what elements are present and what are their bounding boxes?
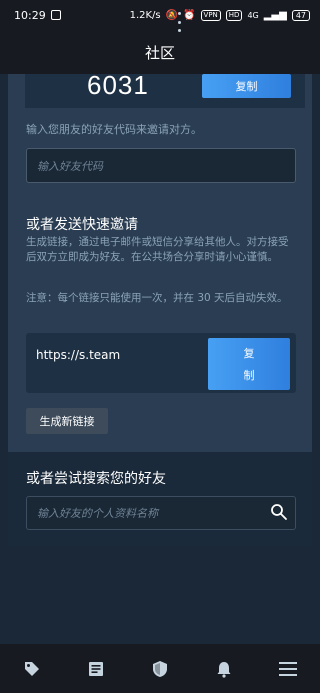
search-icon[interactable]	[270, 503, 288, 521]
hd-badge: HD	[225, 9, 243, 21]
network-type: 4G	[247, 10, 259, 20]
battery-indicator: 47	[291, 9, 310, 21]
bottom-nav	[0, 644, 320, 693]
copy-code-button[interactable]: 复制	[202, 74, 291, 98]
vpn-badge: VPN	[200, 9, 221, 21]
copy-link-label-1: 复	[243, 347, 255, 360]
search-input[interactable]: 输入好友的个人资料名称	[26, 496, 296, 530]
quick-invite-description: 生成链接，通过电子邮件或短信分享给其他人。对方接受后双方立即成为好友。在公共场合…	[26, 236, 289, 263]
status-bar: 10:29 1.2K/s 🔕 ⏰ VPN HD 4G ▂▄▆ 47	[0, 0, 320, 30]
app-header: 社区	[0, 30, 320, 74]
page-title: 社区	[144, 43, 175, 62]
bell-icon[interactable]	[204, 649, 244, 689]
generate-link-button[interactable]: 生成新链接	[26, 408, 108, 434]
alarm-icon: ⏰	[183, 9, 196, 21]
search-title: 或者尝试搜索您的好友	[26, 471, 166, 487]
shield-icon[interactable]	[140, 649, 180, 689]
signal-icon: ▂▄▆	[263, 9, 287, 21]
friend-code-input[interactable]: 输入好友代码	[26, 148, 296, 183]
quick-invite-title: 或者发送快速邀请	[26, 217, 138, 233]
menu-icon[interactable]	[268, 649, 308, 689]
copy-link-label-2: 制	[243, 369, 255, 382]
copy-link-button[interactable]: 复 制	[208, 338, 290, 390]
notification-icon	[50, 10, 61, 20]
search-placeholder: 输入好友的个人资料名称	[37, 507, 158, 520]
friend-code: 6031	[87, 70, 149, 100]
news-icon[interactable]	[76, 649, 116, 689]
invite-hint: 输入您朋友的好友代码来邀请对方。	[26, 123, 202, 136]
friend-code-placeholder: 输入好友代码	[37, 159, 103, 173]
tag-icon[interactable]	[12, 649, 52, 689]
more-options-icon[interactable]	[176, 12, 182, 32]
quick-invite-note: 注意：每个链接只能使用一次，并在 30 天后自动失效。	[26, 292, 288, 304]
status-time: 10:29	[14, 8, 46, 22]
network-speed: 1.2K/s	[129, 9, 161, 21]
invite-link[interactable]: https://s.team	[36, 348, 120, 362]
